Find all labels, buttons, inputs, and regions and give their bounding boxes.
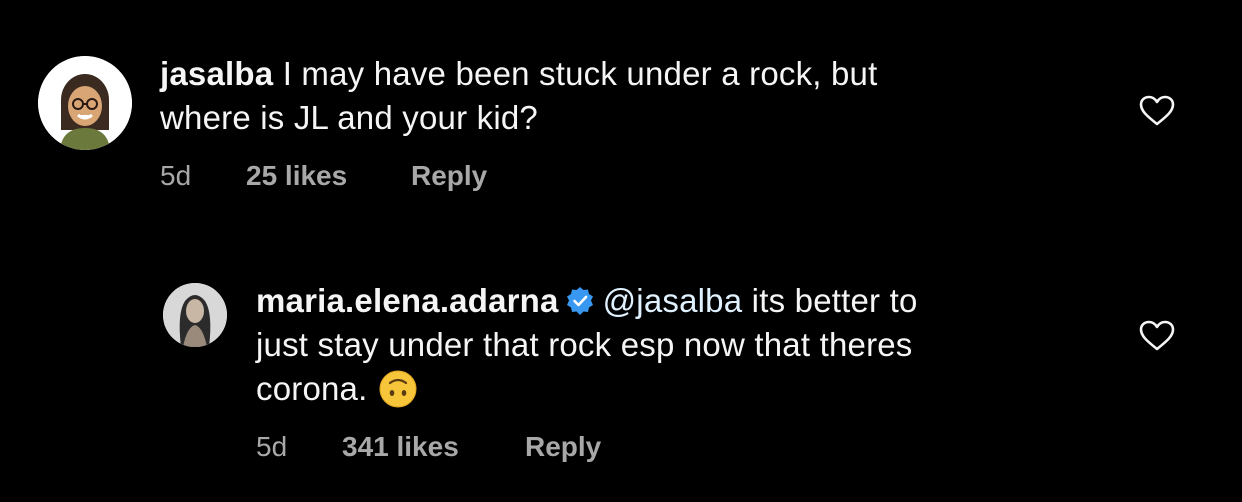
avatar[interactable] — [163, 283, 227, 347]
comment-likes[interactable]: 341 likes — [342, 431, 459, 463]
upside-down-face-emoji — [379, 370, 417, 408]
comment-time: 5d — [256, 431, 288, 462]
comment-username[interactable]: maria.elena.adarna — [256, 282, 559, 319]
comment-maria-elena-adarna: maria.elena.adarna @jasalba its better t… — [0, 0, 1242, 502]
reply-button[interactable]: Reply — [525, 431, 601, 463]
comment-body: maria.elena.adarna @jasalba its better t… — [256, 279, 1136, 411]
profile-photo-avatar — [163, 283, 227, 347]
comment-text: its better to — [751, 282, 918, 319]
mention-link[interactable]: @jasalba — [603, 282, 743, 319]
heart-outline-icon[interactable] — [1139, 320, 1175, 352]
comment-text: corona. — [256, 370, 368, 407]
comment-text: just stay under that rock esp now that t… — [256, 326, 913, 363]
verified-badge-icon — [566, 287, 593, 315]
